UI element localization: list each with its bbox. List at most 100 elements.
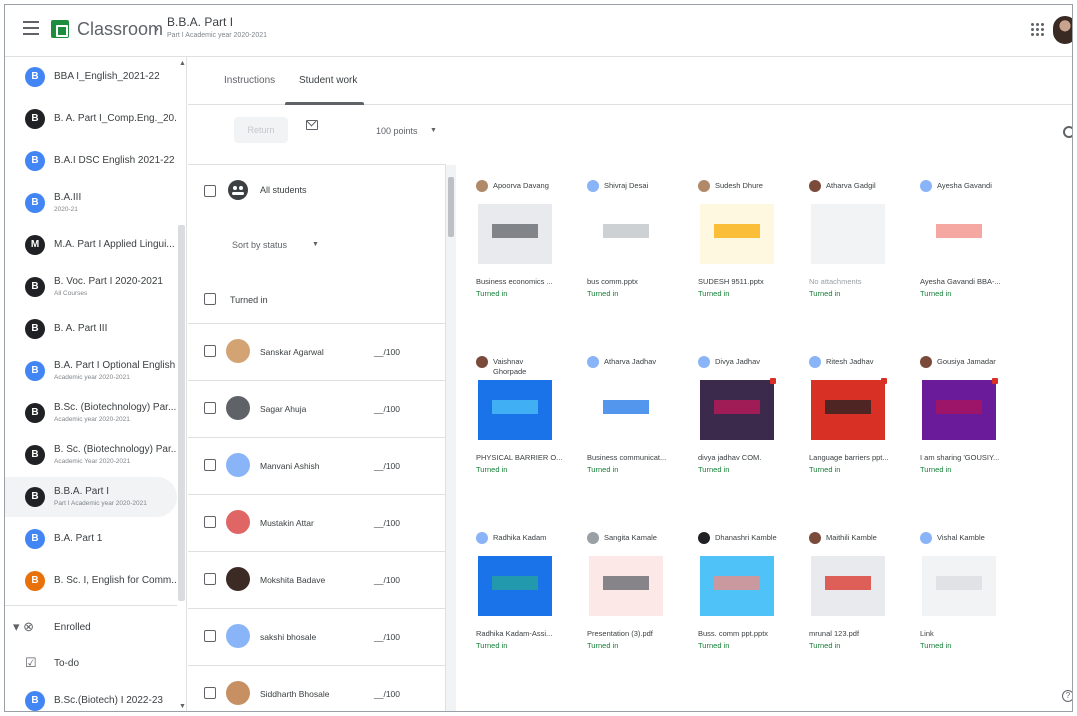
student-checkbox[interactable] [204,516,216,528]
submission-card[interactable]: Vishal Kamble Link Turned in [912,516,1014,676]
sidebar-item-course[interactable]: B B.A.III 2020-21 [5,183,177,223]
submission-card[interactable]: Atharva Gadgil No attachments Turned in [801,164,903,324]
submission-card[interactable]: Divya Jadhav divya jadhav COM. Turned in [690,340,792,500]
tab-instructions[interactable]: Instructions [224,75,275,86]
dropdown-arrow-icon[interactable]: ▼ [312,241,319,248]
submission-card[interactable]: Maithili Kamble mrunal 123.pdf Turned in [801,516,903,676]
group-checkbox[interactable] [204,293,216,305]
grade-field[interactable]: __/100 [374,461,400,471]
sidebar-item-course[interactable]: B BBA I_English_2021-22 [5,57,177,97]
student-checkbox[interactable] [204,630,216,642]
brand-label[interactable]: Classroom [77,19,163,40]
student-row[interactable]: Mokshita Badave __/100 [188,551,446,608]
student-checkbox[interactable] [204,459,216,471]
attachment-thumbnail[interactable] [700,204,774,264]
attachment-name[interactable]: Business communicat... [587,453,666,462]
student-checkbox[interactable] [204,402,216,414]
profile-avatar[interactable] [1053,16,1072,44]
attachment-name[interactable]: mrunal 123.pdf [809,629,859,638]
attachment-thumbnail[interactable] [478,380,552,440]
attachment-thumbnail[interactable] [811,556,885,616]
attachment-thumbnail[interactable] [589,380,663,440]
scroll-down-icon[interactable]: ▼ [179,703,186,710]
attachment-thumbnail[interactable] [478,204,552,264]
attachment-name[interactable]: No attachments [809,277,862,286]
attachment-thumbnail[interactable] [589,556,663,616]
points-select[interactable]: 100 points [376,126,418,136]
student-row[interactable]: Mustakin Attar __/100 [188,494,446,551]
student-row[interactable]: Manvani Ashish __/100 [188,437,446,494]
attachment-thumbnail[interactable] [700,556,774,616]
attachment-thumbnail[interactable] [922,380,996,440]
attachment-thumbnail[interactable] [811,380,885,440]
attachment-name[interactable]: Business economics ... [476,277,553,286]
student-checkbox[interactable] [204,573,216,585]
grade-field[interactable]: __/100 [374,347,400,357]
student-checkbox[interactable] [204,687,216,699]
attachment-name[interactable]: divya jadhav COM. [698,453,761,462]
sidebar-item-enrolled[interactable]: ▾ ⊗ Enrolled [5,613,177,643]
attachment-name[interactable]: bus comm.pptx [587,277,638,286]
sidebar-item-course[interactable]: B B.A.I DSC English 2021-22 [5,141,177,181]
attachment-thumbnail[interactable] [478,556,552,616]
submission-card[interactable]: Gousiya Jamadar I am sharing 'GOUSIY... Tu… [912,340,1014,500]
roster-scrollbar[interactable] [448,177,454,237]
student-row[interactable]: Siddharth Bhosale __/100 [188,665,446,711]
submission-card[interactable]: Atharva Jadhav Business communicat... Turn… [579,340,681,500]
attachment-name[interactable]: PHYSICAL BARRIER O... [476,453,562,462]
dropdown-arrow-icon[interactable]: ▼ [430,127,437,134]
attachment-name[interactable]: Buss. comm ppt.pptx [698,629,768,638]
grade-field[interactable]: __/100 [374,689,400,699]
sidebar-item-course[interactable]: B B. Voc. Part I 2020-2021 All Courses [5,267,177,307]
grade-field[interactable]: __/100 [374,575,400,585]
sidebar-item-course[interactable]: B B.A. Part 1 [5,519,177,559]
sidebar-item-course[interactable]: B B. A. Part III [5,309,177,349]
submission-card[interactable]: Ritesh Jadhav Language barriers ppt... Tur… [801,340,903,500]
attachment-thumbnail[interactable] [811,204,885,264]
attachment-thumbnail[interactable] [700,380,774,440]
select-all-checkbox[interactable] [204,185,216,197]
submission-card[interactable]: Sudesh Dhure SUDESH 9511.pptx Turned in [690,164,792,324]
submission-card[interactable]: Shivraj Desai bus comm.pptx Turned in [579,164,681,324]
sidebar-item-course[interactable]: B B.A. Part I Optional English Academic ye… [5,351,177,391]
sidebar-item-course[interactable]: B B. A. Part I_Comp.Eng._20... [5,99,177,139]
apps-grid-icon[interactable] [1031,23,1045,37]
submission-card[interactable]: Dhanashri Kamble Buss. comm ppt.pptx Turne… [690,516,792,676]
attachment-thumbnail[interactable] [922,204,996,264]
grade-field[interactable]: __/100 [374,632,400,642]
help-icon[interactable]: ? [1062,690,1072,702]
attachment-name[interactable]: Ayesha Gavandi BBA-... [920,277,1001,286]
attachment-name[interactable]: Language barriers ppt... [809,453,889,462]
tab-student-work[interactable]: Student work [299,75,357,86]
submission-card[interactable]: Radhika Kadam Radhika Kadam-Assi... Turned… [468,516,570,676]
settings-gear-icon[interactable] [1063,126,1072,138]
sidebar-item-course[interactable]: B B. Sc. (Biotechnology) Par... Academic Y… [5,435,177,475]
attachment-name[interactable]: Link [920,629,934,638]
sidebar-item-course[interactable]: B B.B.A. Part I Part I Academic year 2020-… [5,477,177,517]
attachment-thumbnail[interactable] [922,556,996,616]
submission-card[interactable]: Sangita Kamale Presentation (3).pdf Turned… [579,516,681,676]
sidebar-item-course[interactable]: B B.Sc. (Biotechnology) Par... Academic ye… [5,393,177,433]
attachment-thumbnail[interactable] [589,204,663,264]
sidebar-item-todo[interactable]: ☑ To-do [5,649,177,679]
attachment-name[interactable]: SUDESH 9511.pptx [698,277,764,286]
class-title[interactable]: B.B.A. Part I [167,15,233,29]
sidebar-scrollbar[interactable] [178,225,185,601]
student-row[interactable]: Sanskar Agarwal __/100 [188,323,446,380]
email-icon[interactable] [306,120,318,130]
submission-card[interactable]: Vaishnav Ghorpade PHYSICAL BARRIER O... Tur… [468,340,570,500]
student-checkbox[interactable] [204,345,216,357]
sidebar-item-course[interactable]: M M.A. Part I Applied Lingui... [5,225,177,265]
all-students-label[interactable]: All students [260,185,307,195]
attachment-name[interactable]: Presentation (3).pdf [587,629,653,638]
submission-card[interactable]: Ayesha Gavandi Ayesha Gavandi BBA-... Turn… [912,164,1014,324]
grade-field[interactable]: __/100 [374,518,400,528]
grade-field[interactable]: __/100 [374,404,400,414]
sidebar-item-course[interactable]: B B. Sc. I, English for Comm... [5,561,177,601]
sidebar-item-course[interactable]: B B.Sc.(Biotech) I 2022-23 [5,681,177,711]
attachment-name[interactable]: Radhika Kadam-Assi... [476,629,552,638]
student-row[interactable]: sakshi bhosale __/100 [188,608,446,665]
return-button[interactable]: Return [234,117,288,143]
attachment-name[interactable]: I am sharing 'GOUSIY... [920,453,999,462]
scroll-up-icon[interactable]: ▲ [179,60,186,67]
